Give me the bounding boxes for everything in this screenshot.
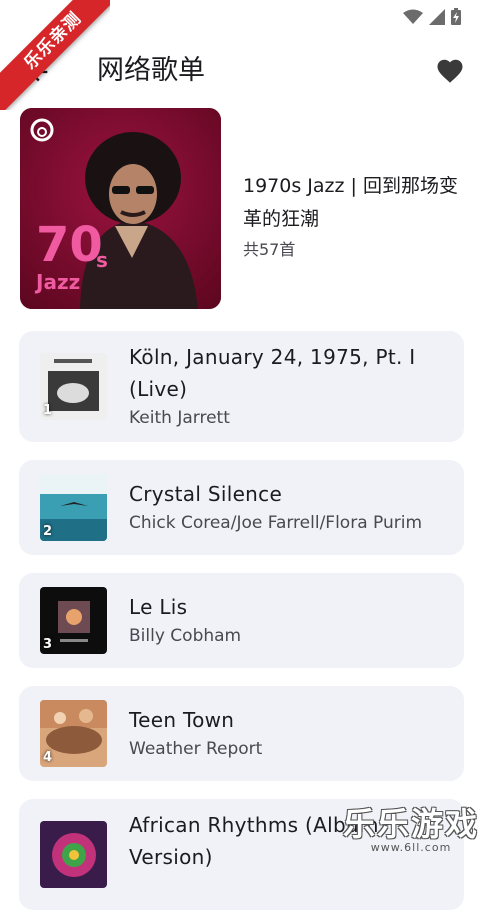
watermark-ribbon: 乐乐亲测 [0,0,110,110]
album-art: 4 [40,700,107,767]
track-title: Köln, January 24, 1975, Pt. I (Live) [129,345,416,401]
watermark-corner: 乐乐游戏 www.6ll.com [343,807,479,854]
track-artist: Weather Report [129,739,263,759]
status-bar [403,8,461,25]
track-item[interactable]: 3 Le Lis Billy Cobham [19,573,464,668]
playlist-count: 共57首 [243,240,296,259]
track-item[interactable]: 1 Köln, January 24, 1975, Pt. I (Live) K… [19,331,464,442]
album-art [40,821,107,888]
watermark-ribbon-text: 乐乐亲测 [0,0,110,110]
cover-big-number: 70 [36,217,103,273]
cover-genre: Jazz [36,270,81,294]
page-title: 网络歌单 [97,55,205,86]
track-number: 1 [43,403,53,418]
track-number: 4 [43,750,53,765]
wifi-icon [403,9,423,24]
track-title: Crystal Silence [129,482,283,506]
track-item[interactable]: 2 Crystal Silence Chick Corea/Joe Farrel… [19,460,464,555]
album-art: 1 [40,353,107,420]
track-title: Le Lis [129,595,188,619]
track-title: Teen Town [129,708,235,732]
watermark-corner-text: 乐乐游戏 [342,805,479,843]
playlist-title: 1970s Jazz | 回到那场变革的狂潮 [243,175,458,230]
track-artist: Chick Corea/Joe Farrell/Flora Purim [129,513,423,533]
album-art: 3 [40,587,107,654]
track-number: 2 [43,524,53,539]
cover-small-s: s [96,248,108,272]
album-art: 2 [40,474,107,541]
battery-icon [451,8,461,25]
track-artist: Keith Jarrett [129,408,230,428]
playlist-info: 1970s Jazz | 回到那场变革的狂潮 共57首 [243,170,458,262]
track-number: 3 [43,637,53,652]
heart-icon[interactable] [435,56,465,86]
track-artist: Billy Cobham [129,626,242,646]
playlist-cover: 70 s Jazz [20,108,221,309]
track-item[interactable]: 4 Teen Town Weather Report [19,686,464,781]
signal-icon [429,8,445,25]
